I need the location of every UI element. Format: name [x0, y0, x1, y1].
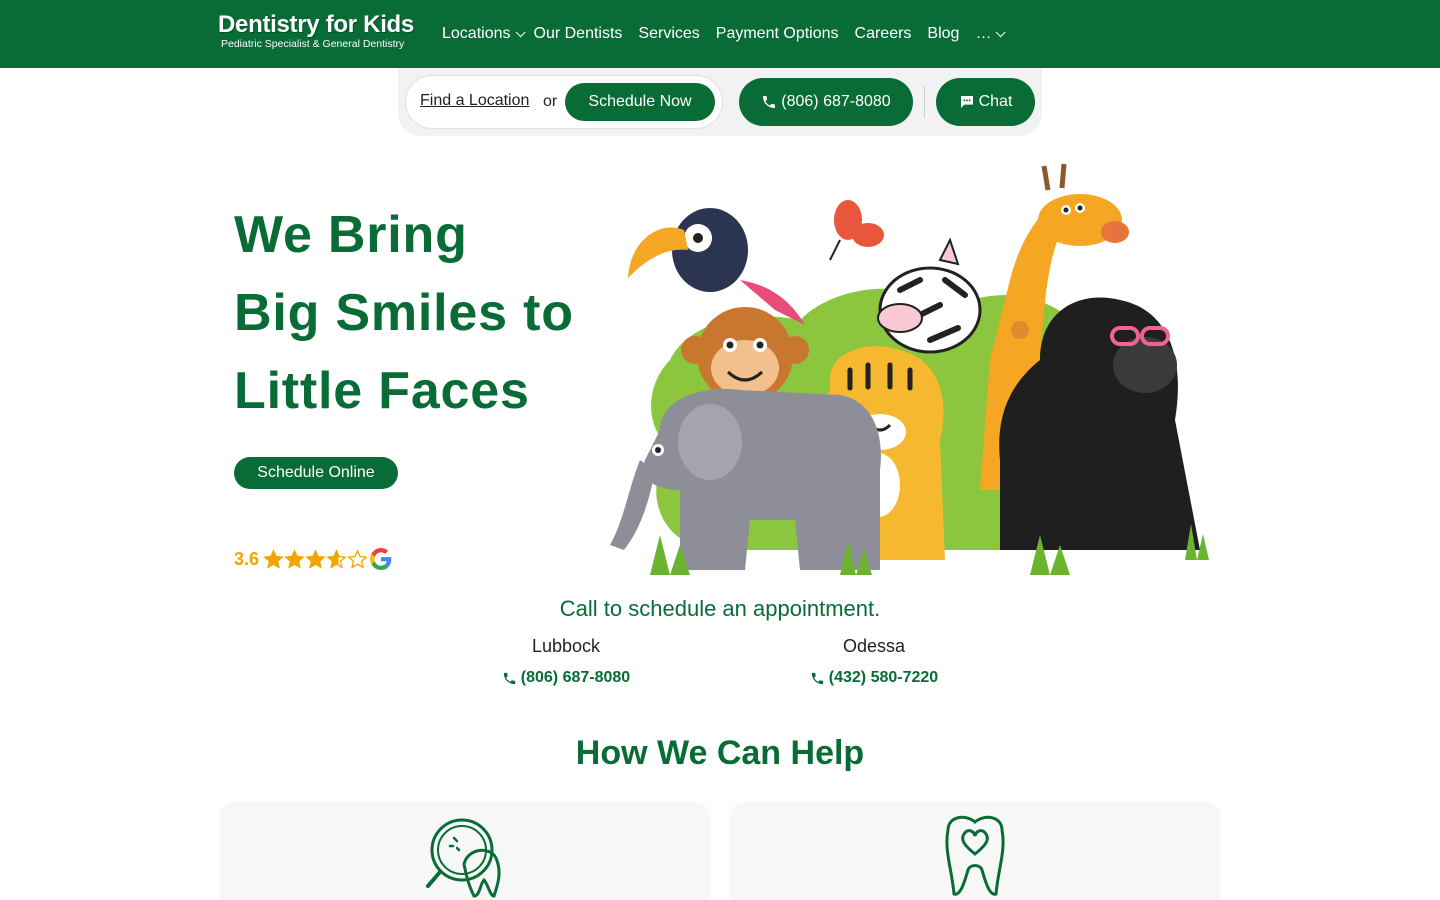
top-navigation-bar: Dentistry for Kids Pediatric Specialist …	[0, 0, 1440, 68]
phone-number: (432) 580-7220	[828, 669, 939, 686]
schedule-now-label: Schedule Now	[588, 93, 692, 110]
nav-item-label: Our Dentists	[533, 25, 623, 42]
phone-icon	[503, 672, 515, 684]
location-odessa: Odessa (432) 580-7220	[774, 636, 974, 691]
call-to-schedule-title: Call to schedule an appointment.	[559, 596, 881, 621]
star-icon	[284, 548, 305, 569]
nav-item-payment-options[interactable]: Payment Options	[716, 25, 839, 43]
nav-item-blog[interactable]: Blog	[927, 25, 959, 43]
nav-item-more[interactable]: …	[975, 25, 1007, 43]
location-name: Lubbock	[531, 636, 601, 656]
site-logo[interactable]: Dentistry for Kids Pediatric Specialist …	[218, 12, 422, 56]
jungle-animals-illustration	[610, 163, 1209, 575]
phone-number: (806) 687-8080	[781, 93, 891, 110]
hero-title-line: Little Faces	[234, 362, 530, 420]
tooth-heart-icon	[945, 815, 1005, 896]
logo-subtitle: Pediatric Specialist & General Dentistry	[221, 38, 405, 50]
star-icon	[326, 548, 347, 569]
nav-item-label: Payment Options	[715, 25, 839, 42]
star-icon	[305, 548, 326, 569]
google-rating[interactable]: 3.6	[234, 547, 392, 571]
rating-value: 3.6	[234, 548, 260, 569]
nav-item-label: Careers	[854, 25, 912, 42]
call-phone-button[interactable]: (806) 687-8080	[739, 78, 913, 126]
phone-icon	[811, 672, 823, 684]
star-icon	[263, 548, 284, 569]
chevron-down-icon	[996, 26, 1007, 37]
location-phone-link[interactable]: (432) 580-7220	[810, 669, 938, 687]
location-name: Odessa	[842, 636, 906, 656]
phone-icon	[761, 94, 777, 110]
nav-item-label: Services	[638, 25, 700, 42]
tooth-magnifier-icon	[426, 818, 501, 898]
nav-item-label: …	[975, 25, 992, 42]
chevron-down-icon	[515, 26, 526, 37]
logo-title: Dentistry for Kids	[218, 11, 414, 38]
service-card[interactable]	[730, 802, 1220, 900]
chat-icon	[959, 94, 975, 110]
schedule-online-button[interactable]: Schedule Online	[234, 457, 398, 489]
hero-title: We Bring Big Smiles to Little Faces	[234, 196, 574, 430]
star-icon	[347, 548, 368, 569]
nav-item-our-dentists[interactable]: Our Dentists	[534, 25, 623, 43]
chat-button[interactable]: Chat	[936, 78, 1035, 126]
nav-item-label: Blog	[927, 25, 960, 42]
schedule-online-label: Schedule Online	[257, 464, 375, 481]
find-location-link[interactable]: Find a Location	[420, 92, 529, 110]
location-phone-link[interactable]: (806) 687-8080	[502, 669, 630, 687]
how-we-can-help-title: How We Can Help	[575, 734, 865, 772]
service-card[interactable]	[220, 802, 710, 900]
google-icon	[370, 548, 392, 570]
location-lubbock: Lubbock (806) 687-8080	[466, 636, 666, 691]
divider	[924, 86, 925, 118]
nav-item-careers[interactable]: Careers	[855, 25, 912, 43]
main-nav: Locations Our Dentists Services Payment …	[442, 0, 1018, 68]
hero-title-line: We Bring	[234, 206, 468, 264]
or-text: or	[543, 93, 558, 110]
nav-item-label: Locations	[442, 25, 511, 42]
rating-stars	[263, 548, 368, 570]
nav-item-services[interactable]: Services	[638, 25, 699, 43]
schedule-now-button[interactable]: Schedule Now	[565, 83, 715, 121]
hero-title-line: Big Smiles to	[234, 284, 574, 342]
phone-number: (806) 687-8080	[520, 669, 631, 686]
nav-item-locations[interactable]: Locations	[442, 25, 526, 43]
chat-label: Chat	[978, 93, 1013, 110]
